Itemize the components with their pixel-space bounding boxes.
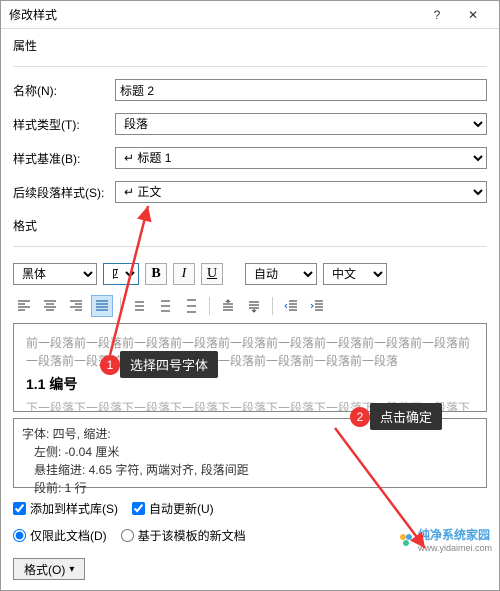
divider — [272, 297, 273, 315]
watermark-text: 纯净系统家园 — [418, 526, 492, 543]
based-on-select[interactable]: ↵ 标题 1 — [115, 147, 487, 169]
annotation-callout-2: 点击确定 — [370, 403, 442, 430]
desc-line: 左侧: -0.04 厘米 — [22, 443, 478, 461]
font-select[interactable]: 黑体 — [13, 263, 97, 285]
annotation-badge-1: 1 — [100, 355, 120, 375]
watermark-logo-icon — [398, 532, 414, 548]
align-justify-button[interactable] — [91, 295, 113, 317]
space-after-button[interactable] — [243, 295, 265, 317]
preview-prev-para: 前一段落前一段落前一段落前一段落前一段落前一段落前一段落前一段落前一段落前一段落… — [26, 334, 474, 370]
watermark-url: www.yidaimei.com — [418, 543, 492, 553]
format-menu-button[interactable]: 格式(O) — [13, 558, 85, 580]
dialog-body: 属性 名称(N): 样式类型(T): 段落 样式基准(B): ↵ 标题 1 后续… — [1, 29, 499, 590]
add-to-lib-checkbox[interactable]: 添加到样式库(S) — [13, 500, 118, 517]
close-button[interactable]: ✕ — [455, 3, 491, 27]
bold-button[interactable]: B — [145, 263, 167, 285]
line-spacing-15-button[interactable] — [154, 295, 176, 317]
next-para-select[interactable]: ↵ 正文 — [115, 181, 487, 203]
desc-line: 段前: 1 行 — [22, 479, 478, 497]
section-props: 属性 — [13, 37, 487, 54]
line-spacing-1-button[interactable] — [128, 295, 150, 317]
style-type-select[interactable]: 段落 — [115, 113, 487, 135]
doc-only-radio[interactable]: 仅限此文档(D) — [13, 527, 107, 544]
align-center-button[interactable] — [39, 295, 61, 317]
lang-select[interactable]: 中文 — [323, 263, 387, 285]
align-left-button[interactable] — [13, 295, 35, 317]
annotation-callout-1: 选择四号字体 — [120, 351, 218, 378]
color-select[interactable]: 自动 — [245, 263, 317, 285]
section-format: 格式 — [13, 217, 487, 234]
divider — [13, 246, 487, 247]
format-toolbar-2 — [13, 295, 487, 317]
help-button[interactable]: ? — [419, 3, 455, 27]
increase-indent-button[interactable] — [306, 295, 328, 317]
footer-row: 格式(O) — [13, 558, 487, 580]
auto-update-checkbox[interactable]: 自动更新(U) — [132, 500, 214, 517]
name-label: 名称(N): — [13, 82, 107, 99]
format-toolbar-1: 黑体 四号 B I U 自动 中文 — [13, 263, 487, 285]
divider — [209, 297, 210, 315]
based-on-label: 样式基准(B): — [13, 150, 107, 167]
annotation-badge-2: 2 — [350, 407, 370, 427]
template-radio[interactable]: 基于该模板的新文档 — [121, 527, 246, 544]
preview-pane: 前一段落前一段落前一段落前一段落前一段落前一段落前一段落前一段落前一段落前一段落… — [13, 323, 487, 412]
dialog-title: 修改样式 — [9, 6, 419, 23]
divider — [13, 66, 487, 67]
decrease-indent-button[interactable] — [280, 295, 302, 317]
titlebar: 修改样式 ? ✕ — [1, 1, 499, 29]
underline-button[interactable]: U — [201, 263, 223, 285]
italic-button[interactable]: I — [173, 263, 195, 285]
modify-style-dialog: 修改样式 ? ✕ 属性 名称(N): 样式类型(T): 段落 样式基准(B): … — [0, 0, 500, 591]
watermark: 纯净系统家园 www.yidaimei.com — [398, 526, 492, 553]
next-para-label: 后续段落样式(S): — [13, 184, 107, 201]
space-before-button[interactable] — [217, 295, 239, 317]
style-type-label: 样式类型(T): — [13, 116, 107, 133]
size-select[interactable]: 四号 — [103, 263, 139, 285]
divider — [120, 297, 121, 315]
preview-heading: 1.1 编号 — [26, 374, 474, 395]
name-input[interactable] — [115, 79, 487, 101]
checkbox-row: 添加到样式库(S) 自动更新(U) — [13, 500, 487, 517]
align-right-button[interactable] — [65, 295, 87, 317]
desc-line: 悬挂缩进: 4.65 字符, 两端对齐, 段落间距 — [22, 461, 478, 479]
line-spacing-2-button[interactable] — [180, 295, 202, 317]
